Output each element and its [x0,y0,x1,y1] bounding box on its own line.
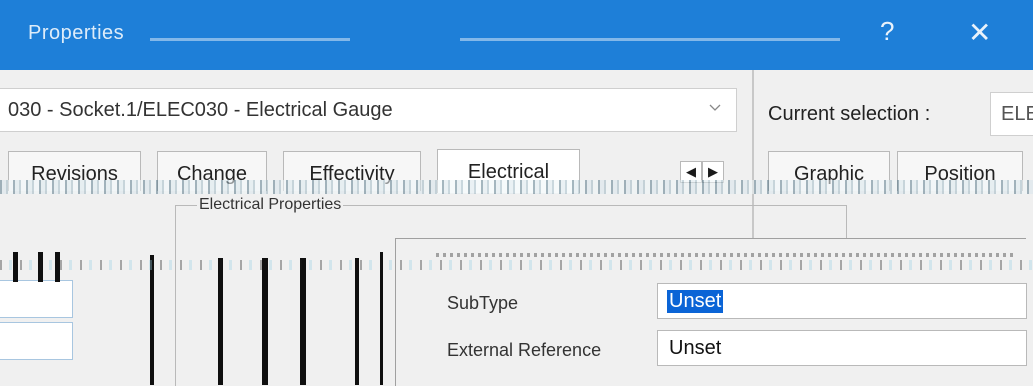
property-value: Unset [667,290,724,313]
object-selector-combo[interactable]: 030 - Socket.1/ELEC030 - Electrical Gaug… [0,88,737,132]
render-artifact [0,180,1033,194]
groupbox-title: Electrical Properties [197,196,344,214]
close-button[interactable]: ✕ [968,16,991,49]
current-selection-value: ELEC [1001,103,1033,125]
titlebar-artifact [460,38,840,41]
property-value: Unset [669,337,722,359]
property-label: External Reference [447,340,602,360]
subtype-field[interactable]: Unset [657,283,1027,319]
property-label: SubType [447,293,519,313]
window-titlebar: Properties ? ✕ [0,0,1033,70]
property-grid-header [436,253,1016,257]
current-selection-field[interactable]: ELEC [990,92,1033,136]
external-reference-field[interactable]: Unset [657,330,1027,366]
render-artifact [0,260,1033,270]
help-button[interactable]: ? [880,16,894,47]
list-item[interactable] [0,322,73,360]
current-selection-label: Current selection : [768,103,931,125]
list-item[interactable] [0,280,73,318]
chevron-down-icon[interactable] [708,100,722,114]
property-row-subtype: SubType Unset [396,283,1027,323]
left-list [0,280,73,364]
property-row-external-reference: External Reference Unset [396,330,1027,370]
titlebar-artifact [150,38,350,41]
window-title: Properties [28,22,125,44]
object-selector-value: 030 - Socket.1/ELEC030 - Electrical Gaug… [8,99,393,121]
